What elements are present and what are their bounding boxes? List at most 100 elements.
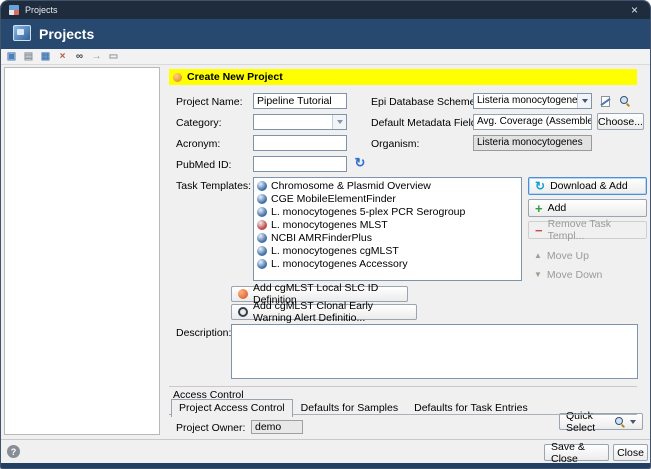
- alarm-clock-icon: [238, 307, 248, 317]
- task-template-label: NCBI AMRFinderPlus: [271, 232, 372, 244]
- titlebar: Projects ×: [1, 1, 650, 19]
- download-icon: ↻: [535, 179, 545, 193]
- toolbar: ▣▤▦×∞→▭: [1, 49, 650, 65]
- chevron-down-icon[interactable]: [577, 94, 591, 108]
- task-template-item[interactable]: CGE MobileElementFinder: [255, 192, 520, 205]
- create-project-banner: Create New Project: [169, 69, 637, 85]
- edit-scheme-icon-button[interactable]: [597, 93, 613, 109]
- task-template-icon: [257, 220, 267, 230]
- move-down-label: Move Down: [547, 269, 602, 281]
- move-up-label: Move Up: [547, 250, 589, 262]
- task-template-icon: [257, 207, 267, 217]
- chevron-down-icon[interactable]: [332, 115, 346, 129]
- epi-scheme-label: Epi Database Scheme:: [371, 96, 478, 108]
- download-add-label: Download & Add: [550, 180, 628, 192]
- category-combobox[interactable]: [253, 114, 347, 130]
- arrow-up-icon: ▲: [534, 251, 542, 260]
- epi-scheme-value: Listeria monocytogenes: [477, 95, 583, 106]
- projects-window: Projects × Projects ▣▤▦×∞→▭ Create New P…: [0, 0, 651, 469]
- task-template-icon: [257, 246, 267, 256]
- minus-icon: −: [535, 223, 543, 238]
- description-textarea[interactable]: [231, 324, 638, 379]
- project-bullet-icon: [173, 73, 182, 82]
- task-template-item[interactable]: NCBI AMRFinderPlus: [255, 231, 520, 244]
- task-template-item[interactable]: L. monocytogenes Accessory: [255, 257, 520, 270]
- task-template-label: L. monocytogenes MLST: [271, 219, 388, 231]
- task-template-label: CGE MobileElementFinder: [271, 193, 396, 205]
- move-up-button[interactable]: ▲ Move Up: [528, 248, 647, 263]
- access-control-separator: [169, 386, 637, 387]
- metadata-fields-value: Avg. Coverage (Assembled), Approximated …: [473, 114, 592, 130]
- choose-metadata-button[interactable]: Choose...: [597, 113, 644, 130]
- epi-scheme-combobox[interactable]: Listeria monocytogenes: [473, 93, 592, 109]
- window-close-button[interactable]: ×: [627, 4, 642, 16]
- project-tree-panel[interactable]: [4, 67, 160, 435]
- edit-icon: [601, 96, 610, 107]
- task-template-item[interactable]: L. monocytogenes cgMLST: [255, 244, 520, 257]
- page-title: Projects: [39, 26, 94, 42]
- organism-label: Organism:: [371, 138, 419, 150]
- quick-select-button[interactable]: Quick Select: [559, 413, 643, 430]
- category-label: Category:: [176, 117, 222, 129]
- search-icon[interactable]: ∞: [72, 50, 87, 64]
- save-close-button[interactable]: Save & Close: [544, 444, 609, 461]
- metadata-fields-label: Default Metadata Fields:: [371, 117, 485, 129]
- task-template-item[interactable]: L. monocytogenes 5-plex PCR Serogroup: [255, 205, 520, 218]
- project-owner-value: demo: [251, 420, 303, 434]
- tab-defaults-for-samples[interactable]: Defaults for Samples: [293, 399, 406, 417]
- task-template-icon: [257, 233, 267, 243]
- acronym-input[interactable]: [253, 135, 347, 151]
- browse-scheme-icon-button[interactable]: [617, 93, 633, 109]
- pubmed-fetch-icon-button[interactable]: ↻: [352, 155, 368, 171]
- task-template-item[interactable]: L. monocytogenes MLST: [255, 218, 520, 231]
- tab-project-access-control[interactable]: Project Access Control: [171, 399, 293, 417]
- print-icon[interactable]: ▭: [106, 50, 121, 64]
- header: Projects: [1, 19, 650, 49]
- slc-icon: [238, 289, 248, 299]
- project-name-input[interactable]: [253, 93, 347, 109]
- task-template-label: Chromosome & Plasmid Overview: [271, 180, 431, 192]
- organism-value: Listeria monocytogenes: [473, 135, 592, 151]
- new-project-icon[interactable]: ▣: [4, 50, 19, 64]
- projects-icon: [13, 25, 31, 41]
- banner-title: Create New Project: [187, 71, 283, 83]
- arrow-down-icon: ▼: [534, 270, 542, 279]
- bottom-strip: [1, 463, 650, 469]
- task-templates-label: Task Templates:: [176, 180, 251, 192]
- project-owner-label: Project Owner:: [176, 422, 245, 434]
- remove-task-template-button[interactable]: − Remove Task Templ...: [528, 221, 647, 239]
- open-folder-icon[interactable]: ▤: [21, 50, 36, 64]
- description-label: Description:: [176, 327, 231, 339]
- task-template-label: L. monocytogenes Accessory: [271, 258, 408, 270]
- save-icon[interactable]: ▦: [38, 50, 53, 64]
- chevron-down-icon: [630, 420, 636, 424]
- help-icon[interactable]: ?: [7, 445, 20, 458]
- access-tabs: Project Access ControlDefaults for Sampl…: [171, 399, 536, 417]
- add-button[interactable]: + Add: [528, 199, 647, 217]
- task-template-label: L. monocytogenes cgMLST: [271, 245, 399, 257]
- add-cgmlst-alert-label: Add cgMLST Clonal Early Warning Alert De…: [253, 300, 410, 324]
- task-template-list[interactable]: Chromosome & Plasmid OverviewCGE MobileE…: [253, 177, 522, 281]
- delete-icon[interactable]: ×: [55, 50, 70, 64]
- pubmed-label: PubMed ID:: [176, 159, 231, 171]
- task-template-icon: [257, 259, 267, 269]
- task-template-label: L. monocytogenes 5-plex PCR Serogroup: [271, 206, 465, 218]
- tab-defaults-for-task-entries[interactable]: Defaults for Task Entries: [406, 399, 536, 417]
- export-icon[interactable]: →: [89, 50, 104, 64]
- plus-icon: +: [535, 201, 543, 216]
- remove-label: Remove Task Templ...: [548, 218, 640, 242]
- window-title: Projects: [25, 5, 621, 15]
- close-button[interactable]: Close: [613, 444, 648, 461]
- add-label: Add: [548, 202, 567, 214]
- acronym-label: Acronym:: [176, 138, 220, 150]
- task-template-icon: [257, 194, 267, 204]
- magnifier-icon: [615, 417, 625, 427]
- pubmed-input[interactable]: [253, 156, 347, 172]
- app-icon: [9, 5, 19, 15]
- move-down-button[interactable]: ▼ Move Down: [528, 267, 647, 282]
- download-add-button[interactable]: ↻ Download & Add: [528, 177, 647, 195]
- project-name-label: Project Name:: [176, 96, 243, 108]
- magnifier-icon: [620, 96, 630, 106]
- task-template-item[interactable]: Chromosome & Plasmid Overview: [255, 179, 520, 192]
- add-cgmlst-alert-button[interactable]: Add cgMLST Clonal Early Warning Alert De…: [231, 304, 417, 320]
